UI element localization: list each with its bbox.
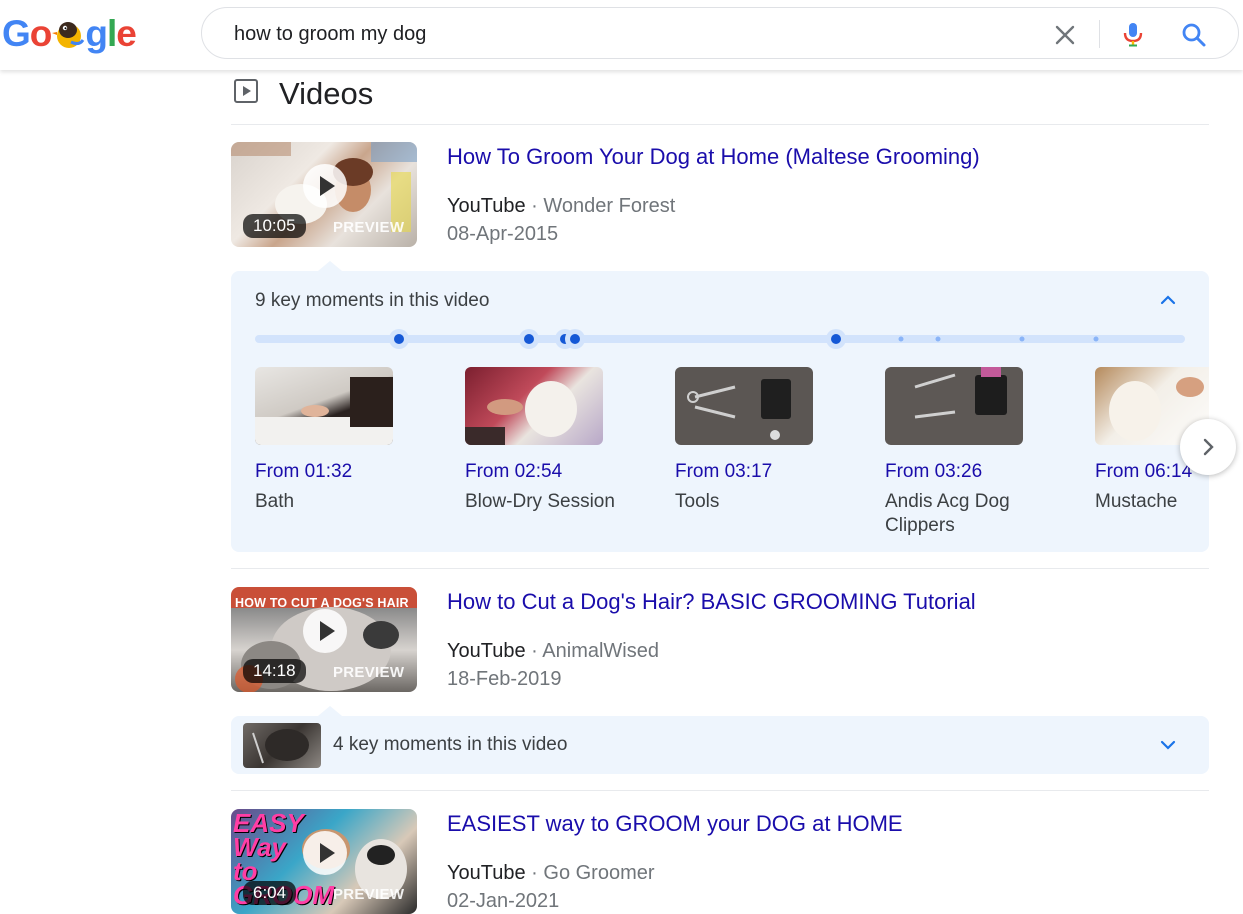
logo-letter-g: G: [2, 13, 31, 54]
result-divider: [231, 568, 1209, 569]
moment-label: Mustache: [1095, 491, 1178, 512]
video-title-link[interactable]: How to Cut a Dog's Hair? BASIC GROOMING …: [447, 589, 976, 615]
timeline-marker[interactable]: [1019, 336, 1025, 342]
video-thumbnail-1[interactable]: 10:05 PREVIEW: [231, 142, 417, 247]
result-divider: [231, 790, 1209, 791]
panel-pointer: [318, 706, 342, 716]
key-moments-collapsed-panel[interactable]: 4 key moments in this video: [231, 716, 1209, 774]
key-moment-4[interactable]: From 03:26 Andis Acg Dog Clippers: [885, 367, 1035, 538]
moment-thumbnail[interactable]: [465, 367, 603, 445]
chevron-down-icon[interactable]: [1157, 734, 1179, 756]
video-duration: 10:05: [243, 214, 306, 238]
moment-thumbnail[interactable]: [675, 367, 813, 445]
section-title: Videos: [279, 76, 374, 111]
timeline-marker[interactable]: [935, 336, 941, 342]
panel-pointer: [318, 261, 342, 271]
mini-thumb-scene: [252, 729, 309, 764]
preview-label: PREVIEW: [333, 219, 405, 236]
moment-time[interactable]: From 02:54: [465, 461, 615, 483]
video-play-box-icon: [234, 79, 258, 103]
moment-label: Blow-Dry Session: [465, 491, 615, 512]
logo-letter-o: o: [29, 13, 53, 54]
video-duration: 6:04: [243, 881, 297, 905]
key-moments-timeline[interactable]: [255, 334, 1185, 344]
moment-scene-blowdry: [465, 381, 577, 445]
video-date: 08-Apr-2015: [447, 223, 559, 245]
video-channel: Go Groomer: [543, 862, 655, 884]
thumbnail-caption: HOW TO CUT A DOG'S HAIR: [235, 596, 409, 610]
play-button-icon[interactable]: [303, 831, 347, 875]
logo-letter-g2: g: [85, 13, 108, 54]
meta-separator: ·: [531, 862, 538, 884]
key-moments-panel: 9 key moments in this video From 01:32 B…: [231, 271, 1209, 552]
moment-time[interactable]: From 03:26: [885, 461, 1035, 483]
key-moment-3[interactable]: From 03:17 Tools: [675, 367, 825, 514]
timeline-marker[interactable]: [524, 334, 534, 344]
video-result-2: HOW TO CUT A DOG'S HAIR 14:18 PREVIEW Ho…: [231, 587, 1209, 697]
preview-label: PREVIEW: [333, 664, 405, 681]
search-input[interactable]: [232, 21, 1012, 47]
video-meta: YouTube · Wonder Forest: [447, 195, 675, 218]
video-result-3: EASY Way to GROOM 6:04 PREVIEW EASIEST w…: [231, 809, 1209, 914]
video-channel: Wonder Forest: [543, 195, 676, 217]
duck-doodle-icon: [51, 16, 85, 50]
timeline-marker[interactable]: [570, 334, 580, 344]
key-moments-heading[interactable]: 9 key moments in this video: [255, 290, 489, 312]
next-moments-button[interactable]: [1180, 419, 1236, 475]
video-source: YouTube: [447, 862, 526, 884]
meta-separator: ·: [531, 195, 538, 217]
search-icon[interactable]: [1180, 21, 1208, 49]
video-title-link[interactable]: How To Groom Your Dog at Home (Maltese G…: [447, 144, 980, 170]
timeline-marker[interactable]: [1093, 336, 1099, 342]
video-thumbnail-3[interactable]: EASY Way to GROOM 6:04 PREVIEW: [231, 809, 417, 914]
play-button-icon[interactable]: [303, 164, 347, 208]
video-meta: YouTube · Go Groomer: [447, 862, 655, 885]
search-box: [201, 7, 1239, 59]
search-divider: [1099, 20, 1100, 48]
logo-letter-l: l: [107, 13, 117, 54]
video-meta: YouTube · AnimalWised: [447, 640, 659, 663]
video-thumbnail-2[interactable]: HOW TO CUT A DOG'S HAIR 14:18 PREVIEW: [231, 587, 417, 692]
moment-mini-thumbnail: [243, 723, 321, 768]
video-date: 18-Feb-2019: [447, 668, 562, 690]
moment-thumbnail[interactable]: [885, 367, 1023, 445]
moment-label: Tools: [675, 491, 720, 512]
moment-time[interactable]: From 01:32: [255, 461, 405, 483]
timeline-marker[interactable]: [394, 334, 404, 344]
logo-letter-e: e: [116, 13, 137, 54]
moment-scene-bath: [255, 377, 393, 445]
timeline-marker[interactable]: [560, 334, 570, 344]
chevron-right-icon: [1203, 438, 1214, 456]
video-duration: 14:18: [243, 659, 306, 683]
clear-icon[interactable]: [1052, 22, 1078, 48]
chevron-up-icon[interactable]: [1157, 289, 1179, 311]
video-date: 02-Jan-2021: [447, 890, 560, 912]
videos-section-header: Videos: [231, 72, 1209, 125]
meta-separator: ·: [531, 640, 538, 662]
microphone-icon[interactable]: [1119, 20, 1147, 48]
video-channel: AnimalWised: [542, 640, 659, 662]
moment-scene-clippers: [914, 367, 1007, 419]
key-moments-heading[interactable]: 4 key moments in this video: [333, 734, 567, 756]
video-result-1: 10:05 PREVIEW How To Groom Your Dog at H…: [231, 142, 1209, 252]
moment-label: Bath: [255, 491, 295, 512]
preview-label: PREVIEW: [333, 886, 405, 903]
video-source: YouTube: [447, 195, 526, 217]
play-button-icon[interactable]: [303, 609, 347, 653]
moment-thumbnail[interactable]: [255, 367, 393, 445]
moment-scene-tools: [687, 379, 791, 440]
timeline-marker[interactable]: [831, 334, 841, 344]
video-source: YouTube: [447, 640, 526, 662]
timeline-marker[interactable]: [898, 336, 904, 342]
header-bar: Go gle: [0, 0, 1243, 70]
google-logo[interactable]: Go gle: [2, 13, 137, 54]
moment-label: Andis Acg Dog Clippers: [885, 491, 1010, 536]
key-moment-2[interactable]: From 02:54 Blow-Dry Session: [465, 367, 615, 514]
video-title-link[interactable]: EASIEST way to GROOM your DOG at HOME: [447, 811, 903, 837]
moment-time[interactable]: From 03:17: [675, 461, 825, 483]
key-moment-1[interactable]: From 01:32 Bath: [255, 367, 405, 514]
